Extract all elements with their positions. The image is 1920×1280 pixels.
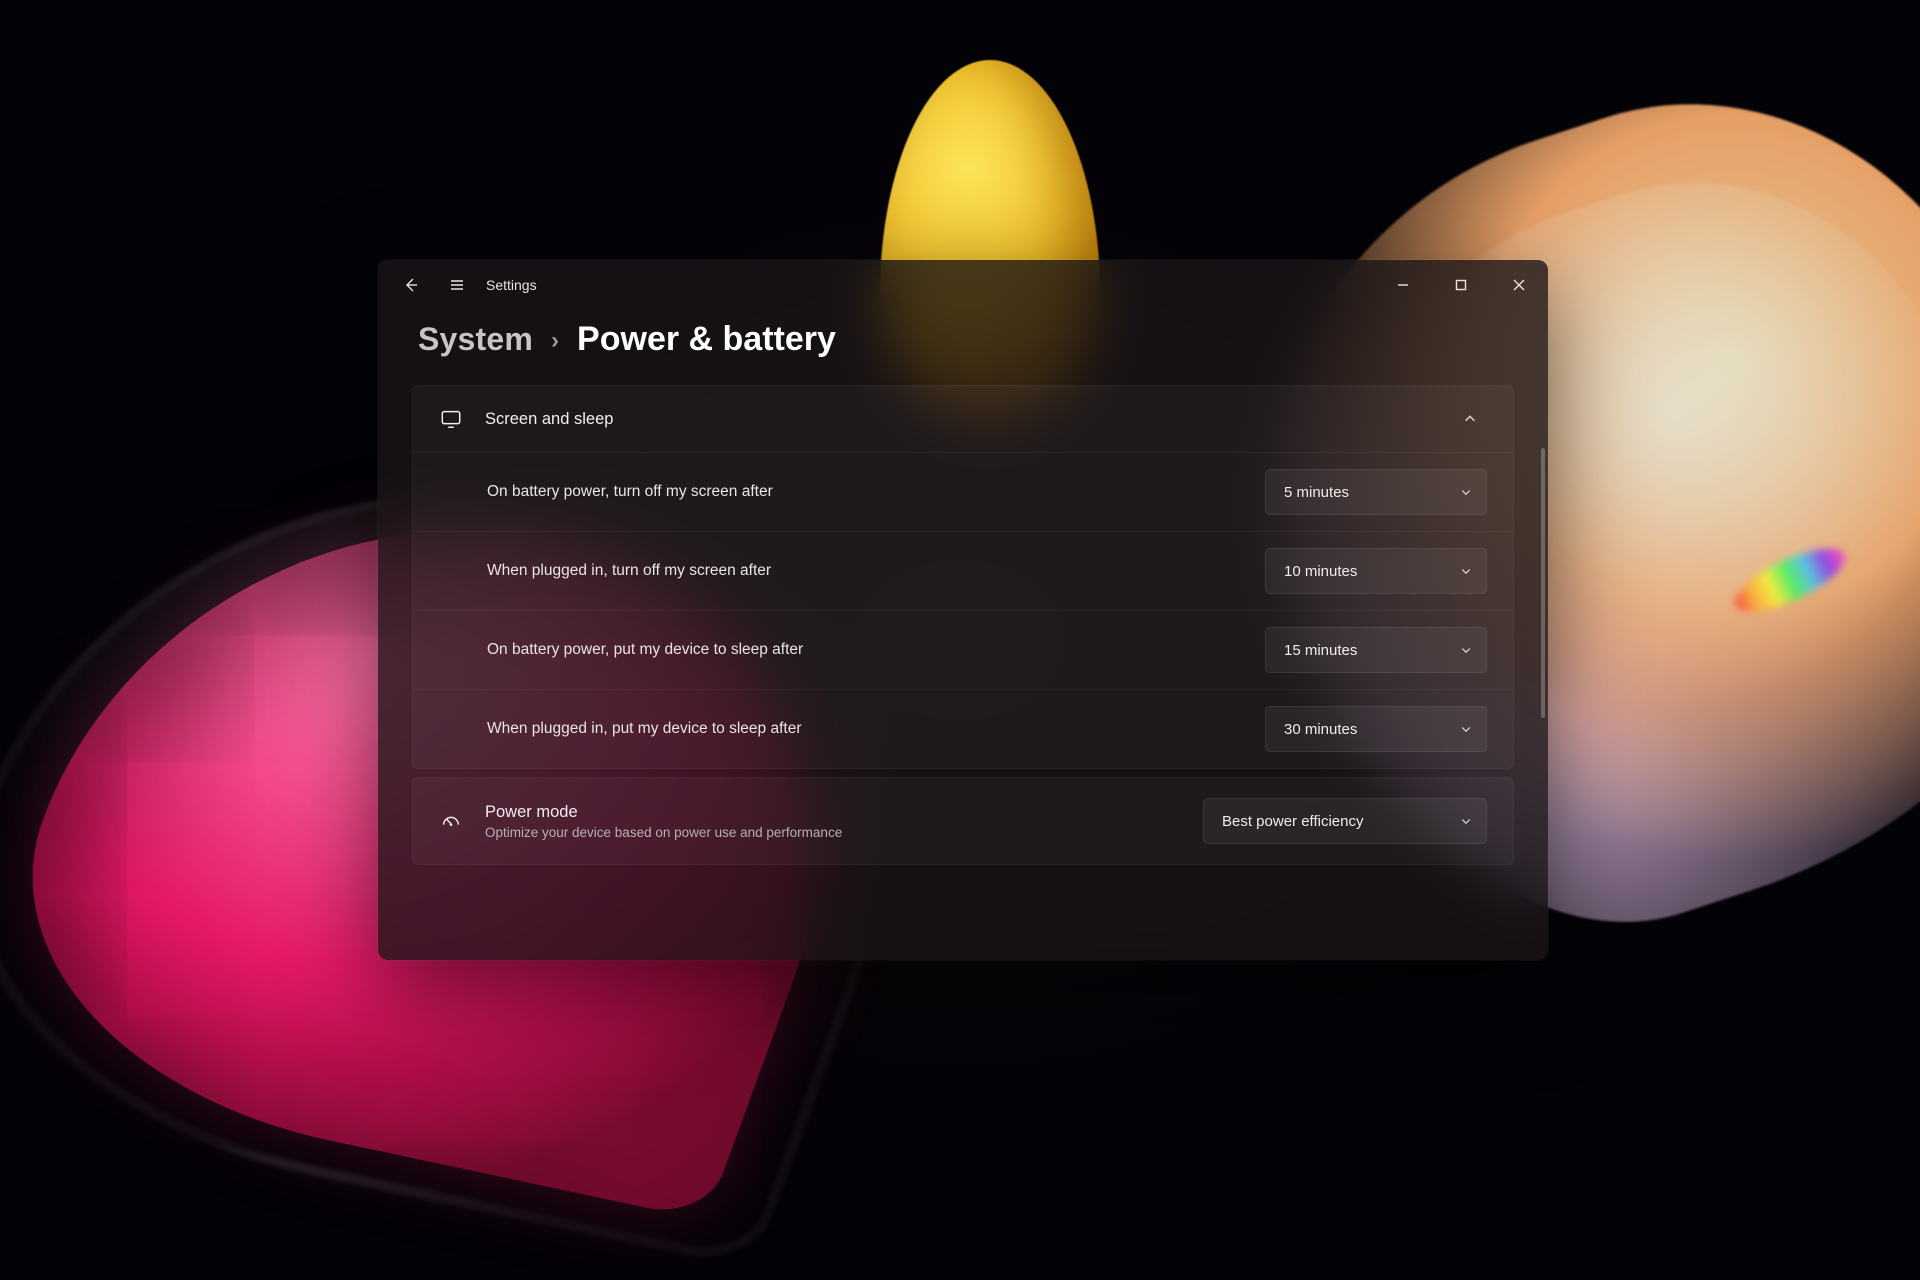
close-button[interactable] — [1490, 260, 1548, 310]
dropdown-value: 30 minutes — [1284, 721, 1357, 738]
hamburger-icon — [449, 277, 465, 293]
settings-body: System › Power & battery Screen and slee… — [378, 310, 1548, 960]
arrow-left-icon — [403, 277, 419, 293]
power-mode-title: Power mode — [485, 803, 578, 821]
page-title: Power & battery — [577, 320, 836, 359]
screen-and-sleep-rows: On battery power, turn off my screen aft… — [413, 452, 1513, 768]
minimize-icon — [1395, 277, 1411, 293]
dropdown-value: Best power efficiency — [1222, 813, 1363, 830]
setting-label: On battery power, turn off my screen aft… — [487, 483, 773, 501]
setting-row-screen-off-plugged: When plugged in, turn off my screen afte… — [413, 532, 1513, 611]
chevron-right-icon: › — [551, 327, 559, 355]
dropdown-sleep-plugged[interactable]: 30 minutes — [1265, 706, 1487, 752]
power-mode-subtitle: Optimize your device based on power use … — [485, 825, 842, 840]
dropdown-screen-off-plugged[interactable]: 10 minutes — [1265, 548, 1487, 594]
setting-row-sleep-battery: On battery power, put my device to sleep… — [413, 611, 1513, 690]
setting-label: When plugged in, put my device to sleep … — [487, 720, 802, 738]
nav-menu-button[interactable] — [434, 260, 480, 310]
chevron-down-icon — [1460, 815, 1472, 827]
display-icon — [439, 408, 463, 430]
titlebar: Settings — [378, 260, 1548, 310]
power-mode-header[interactable]: Power mode Optimize your device based on… — [413, 778, 1513, 864]
breadcrumb-parent[interactable]: System — [418, 321, 533, 358]
close-icon — [1511, 277, 1527, 293]
back-button[interactable] — [388, 260, 434, 310]
window-title: Settings — [486, 277, 537, 293]
dropdown-screen-off-battery[interactable]: 5 minutes — [1265, 469, 1487, 515]
screen-and-sleep-card: Screen and sleep On battery power, turn … — [412, 385, 1514, 769]
setting-label: When plugged in, turn off my screen afte… — [487, 562, 771, 580]
power-mode-title-block: Power mode Optimize your device based on… — [485, 803, 842, 840]
dropdown-value: 5 minutes — [1284, 484, 1349, 501]
power-mode-card: Power mode Optimize your device based on… — [412, 777, 1514, 865]
dropdown-sleep-battery[interactable]: 15 minutes — [1265, 627, 1487, 673]
setting-row-screen-off-battery: On battery power, turn off my screen aft… — [413, 453, 1513, 532]
setting-label: On battery power, put my device to sleep… — [487, 641, 803, 659]
maximize-button[interactable] — [1432, 260, 1490, 310]
screen-and-sleep-header[interactable]: Screen and sleep — [413, 386, 1513, 452]
dropdown-power-mode[interactable]: Best power efficiency — [1203, 798, 1487, 844]
scrollbar[interactable] — [1541, 448, 1545, 718]
breadcrumb: System › Power & battery — [418, 320, 1514, 359]
chevron-up-icon — [1453, 412, 1487, 426]
screen-and-sleep-title: Screen and sleep — [485, 410, 613, 429]
chevron-down-icon — [1460, 723, 1472, 735]
settings-window: Settings System › Power & battery — [378, 260, 1548, 960]
dropdown-value: 10 minutes — [1284, 563, 1357, 580]
window-controls — [1374, 260, 1548, 310]
gauge-icon — [439, 810, 463, 832]
setting-row-sleep-plugged: When plugged in, put my device to sleep … — [413, 690, 1513, 768]
chevron-down-icon — [1460, 565, 1472, 577]
chevron-down-icon — [1460, 644, 1472, 656]
chevron-down-icon — [1460, 486, 1472, 498]
minimize-button[interactable] — [1374, 260, 1432, 310]
dropdown-value: 15 minutes — [1284, 642, 1357, 659]
maximize-icon — [1453, 277, 1469, 293]
